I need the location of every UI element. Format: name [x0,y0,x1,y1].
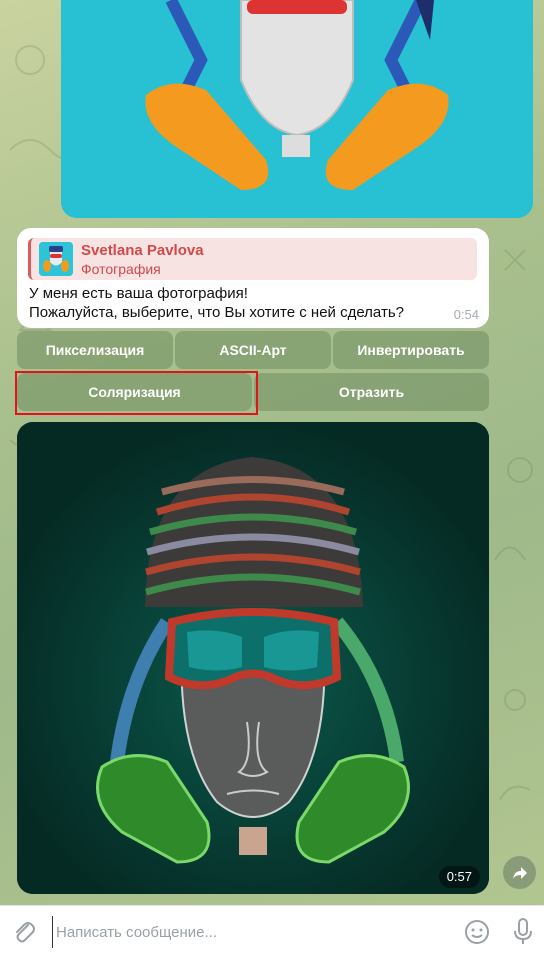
solarize-button[interactable]: Соляризация [17,373,252,411]
smiley-icon[interactable] [464,919,490,945]
reply-thumbnail [39,242,73,276]
photo-time: 0:57 [438,866,480,888]
paperclip-icon[interactable] [10,918,38,946]
invert-button[interactable]: Инвертировать [333,331,489,369]
reply-subtitle: Фотография [81,261,161,277]
share-arrow-icon [512,866,527,879]
pixelize-button[interactable]: Пикселизация [17,331,173,369]
message-bubble: Svetlana Pavlova Фотография У меня есть … [17,228,489,328]
solarized-mask-image [17,422,489,894]
message-text-line-1: У меня есть ваша фотография! [29,285,248,302]
forward-button[interactable] [503,856,536,889]
mask-photo-image [61,0,533,218]
message-text-line-2: Пожалуйста, выберите, что Вы хотите с не… [29,304,404,321]
previous-photo[interactable] [61,0,533,218]
microphone-icon[interactable] [512,917,534,947]
reply-quote[interactable]: Svetlana Pavlova Фотография [28,238,477,280]
reply-author-name: Svetlana Pavlova [81,242,204,259]
message-input[interactable] [52,916,452,948]
message-composer [0,905,544,957]
mirror-button[interactable]: Отразить [254,373,489,411]
ascii-art-button[interactable]: ASCII-Арт [175,331,331,369]
solarized-photo[interactable]: 0:57 [17,422,489,894]
message-time: 0:54 [453,307,479,322]
